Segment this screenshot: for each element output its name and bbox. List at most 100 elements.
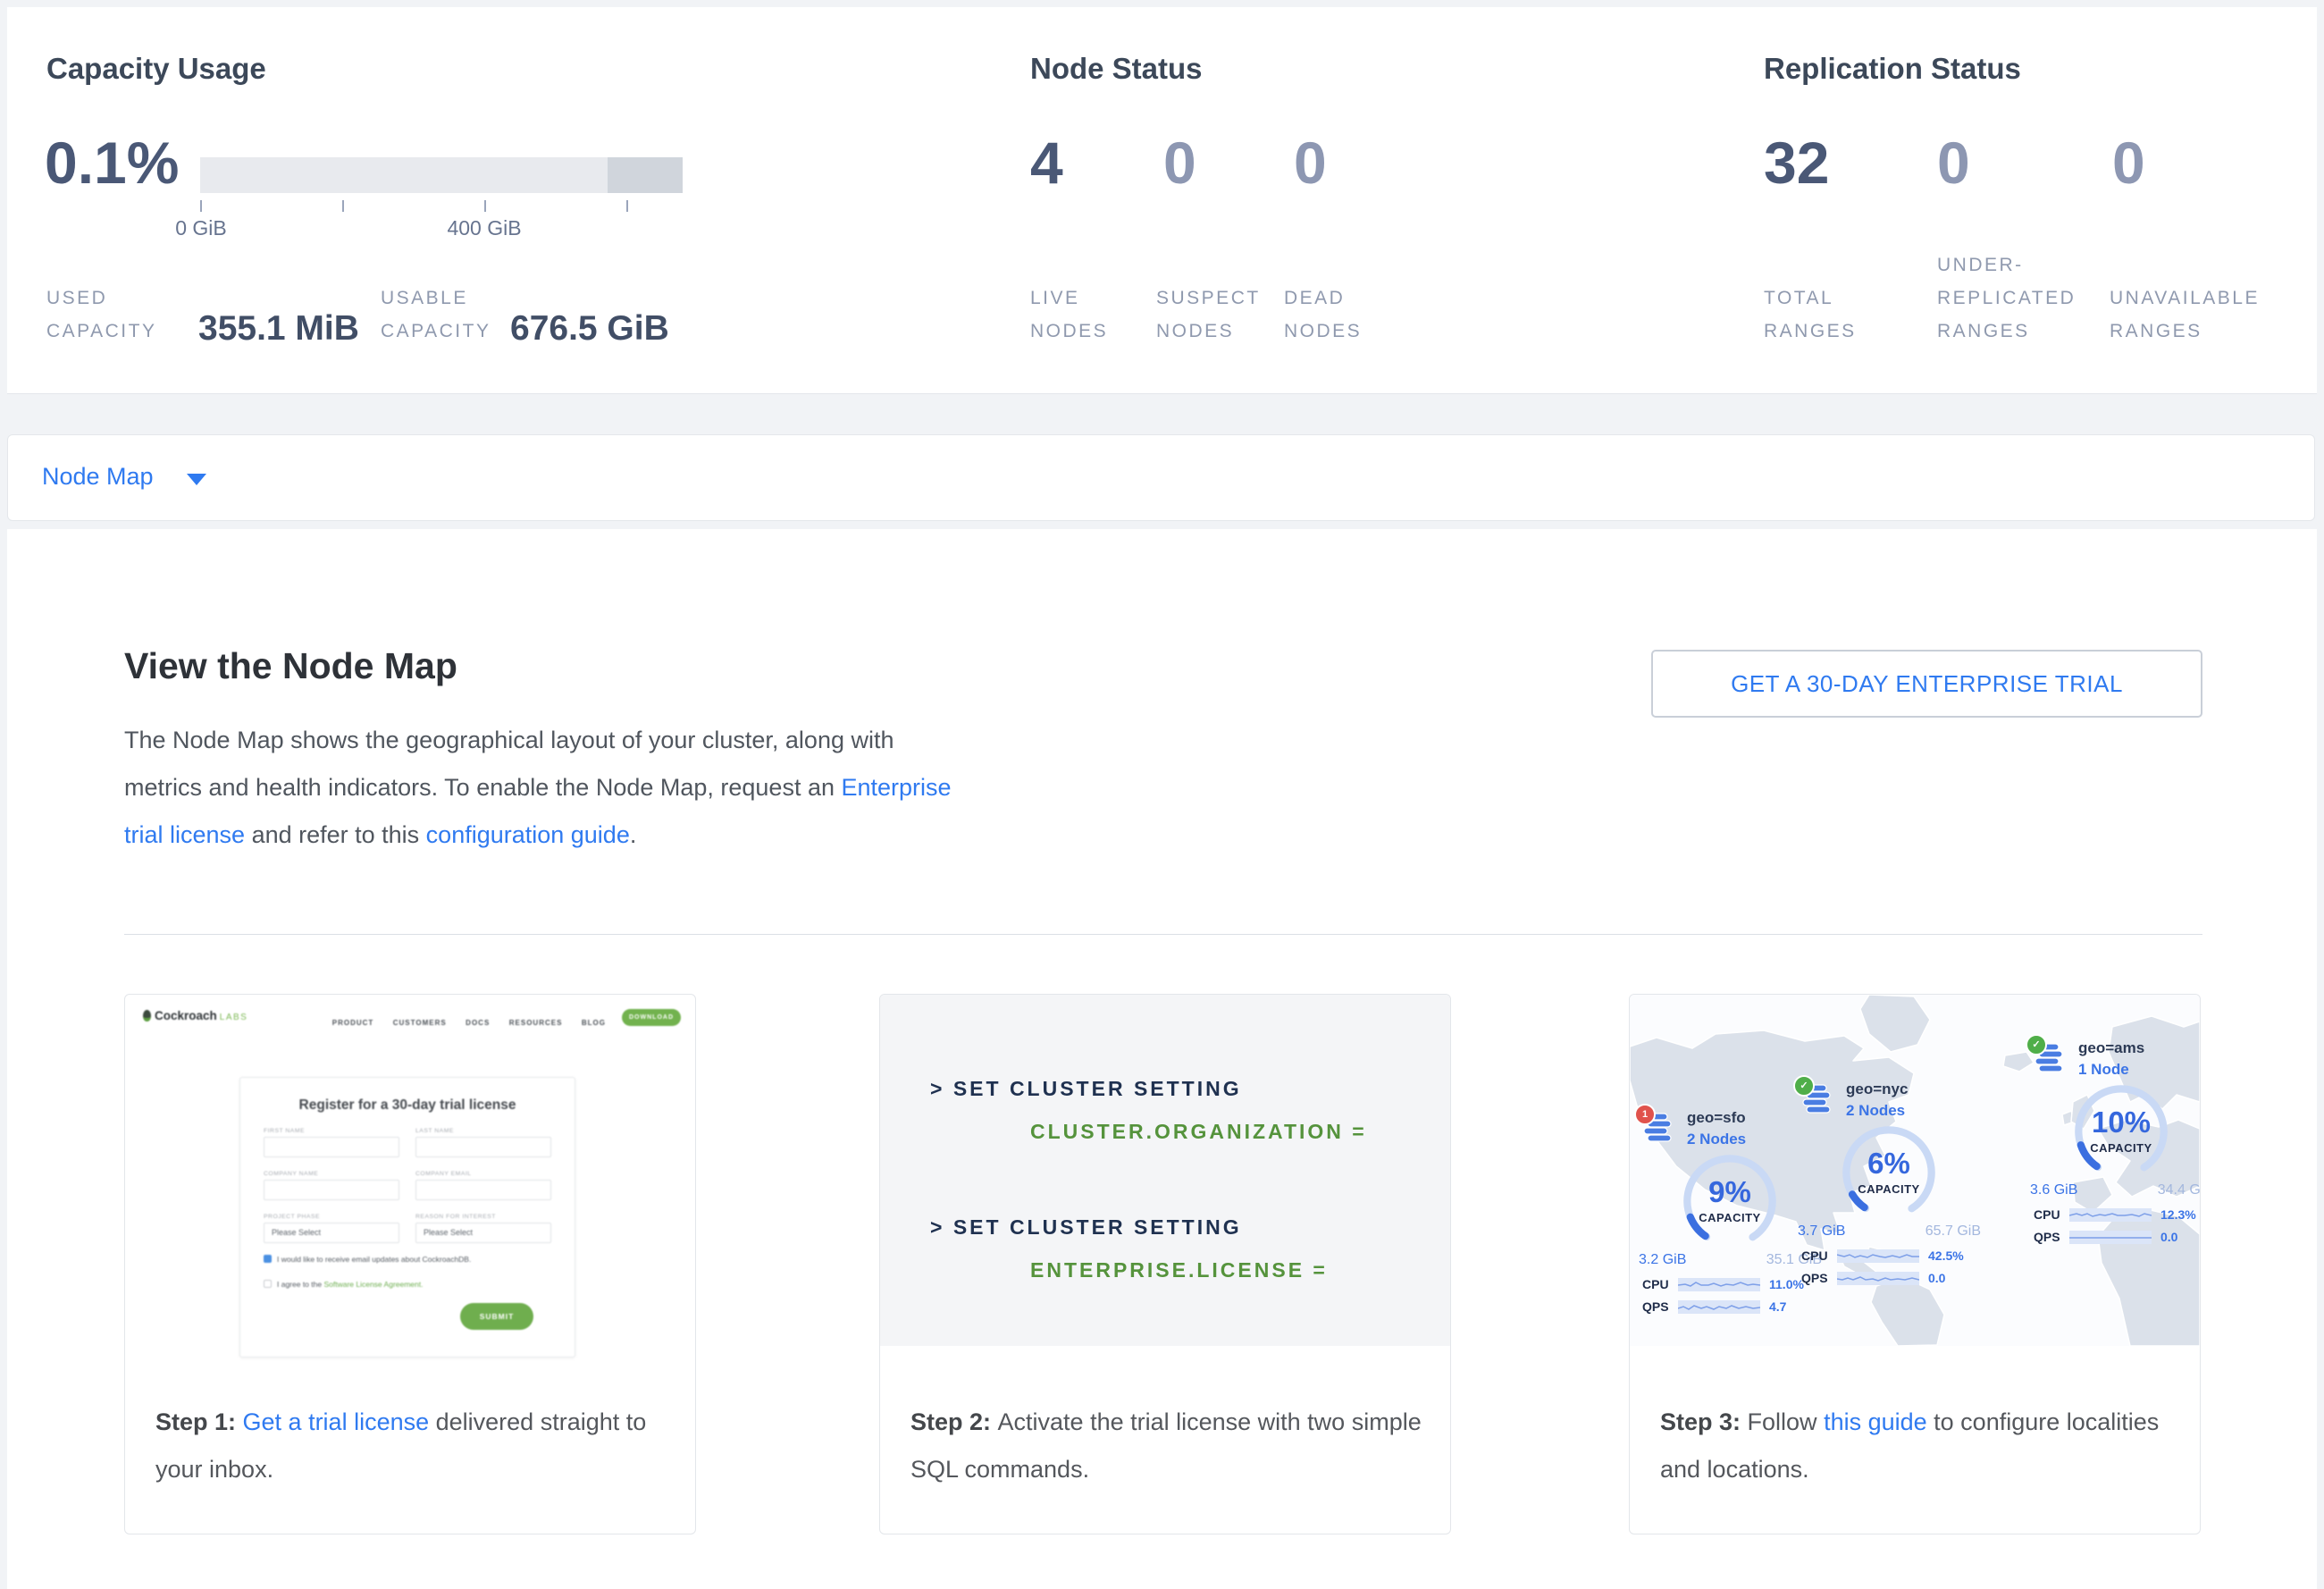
section-divider (124, 934, 2202, 935)
capacity-axis-label-0: 0 GiB (138, 216, 264, 240)
capacity-axis-tick (342, 200, 344, 212)
locality-node-count: 2 Nodes (1687, 1131, 1746, 1148)
cpu-value: 11.0% (1769, 1277, 1804, 1291)
cpu-sparkline-icon (1678, 1278, 1760, 1291)
get-enterprise-trial-button[interactable]: GET A 30-DAY ENTERPRISE TRIAL (1651, 650, 2202, 718)
cpu-sparkline-icon (1837, 1249, 1919, 1263)
locality-name: geo=sfo (1687, 1109, 1746, 1127)
unavailable-ranges-label: UNAVAILABLE RANGES (2110, 282, 2260, 348)
total-ranges-value: 32 (1764, 130, 1829, 196)
used-capacity: 3.7 GiB (1798, 1223, 1845, 1240)
enterprise-trial-license-link[interactable]: Enterprise (842, 774, 952, 801)
capacity-percent: 0.1% (45, 130, 179, 196)
mini-field-label: COMPANY EMAIL (415, 1171, 472, 1177)
qps-sparkline-icon (1678, 1300, 1760, 1314)
mini-form-title: Register for a 30-day trial license (240, 1097, 575, 1114)
capacity-axis-tick (626, 200, 628, 212)
step-2-caption: Step 2: Activate the trial license with … (910, 1399, 1422, 1493)
used-capacity: 3.6 GiB (2030, 1182, 2077, 1198)
mini-nav-customers: CUSTOMERS (393, 1019, 447, 1027)
dead-node-badge: 1 (1634, 1104, 1656, 1125)
node-map-enterprise-section: View the Node Map The Node Map shows the… (7, 529, 2317, 1589)
node-status-title: Node Status (1030, 52, 1203, 86)
node-map-dropdown-label[interactable]: Node Map (42, 463, 154, 491)
register-page-screenshot: CockroachLABS PRODUCT CUSTOMERS DOCS RES… (125, 995, 695, 1388)
mini-nav-blog: BLOG (582, 1019, 606, 1027)
used-capacity-value: 355.1 MiB (198, 309, 359, 349)
capacity-bar-reserved-segment (608, 157, 683, 193)
locality-node-count: 2 Nodes (1846, 1102, 1905, 1120)
capacity-gauge: 6% CAPACITY (1840, 1123, 1938, 1222)
capacity-axis-label-400: 400 GiB (422, 216, 547, 240)
get-trial-license-link[interactable]: Get a trial license (243, 1408, 430, 1435)
database-nodes-icon: 1 (1642, 1113, 1678, 1145)
capacity-axis-tick (200, 200, 202, 212)
cpu-value: 12.3% (2160, 1207, 2196, 1222)
usable-capacity-value: 676.5 GiB (510, 309, 669, 349)
under-replicated-ranges-value: 0 (1937, 130, 1970, 196)
cockroach-labs-logo: CockroachLABS (143, 1009, 248, 1022)
mini-company-name-input (264, 1180, 399, 1200)
sql-enterprise-license: ENTERPRISE.LICENSE = (1030, 1258, 1328, 1282)
step-1-caption: Step 1: Get a trial license delivered st… (155, 1399, 667, 1493)
step-1-card: CockroachLABS PRODUCT CUSTOMERS DOCS RES… (124, 994, 696, 1534)
mini-field-label: REASON FOR INTEREST (415, 1214, 496, 1220)
mini-license-agree-checkbox: I agree to the Software License Agreemen… (264, 1280, 424, 1289)
database-nodes-icon: ✓ (2034, 1043, 2069, 1075)
capacity-bar (200, 157, 683, 193)
healthy-node-badge: ✓ (1793, 1075, 1815, 1097)
total-ranges-label: TOTAL RANGES (1764, 282, 1857, 348)
qps-value: 0.0 (2160, 1230, 2177, 1244)
mini-email-updates-checkbox: I would like to receive email updates ab… (264, 1255, 471, 1264)
used-capacity-label: USED CAPACITY (46, 282, 156, 348)
mini-company-email-input (415, 1180, 551, 1200)
total-capacity: 34.4 GiB (2158, 1182, 2201, 1198)
database-nodes-icon: ✓ (1801, 1084, 1837, 1116)
suspect-nodes-label: SUSPECT NODES (1156, 282, 1261, 348)
dead-nodes-value: 0 (1294, 130, 1327, 196)
node-map-preview: 1 geo=sfo 2 Nodes 9% CAPACITY 3.2 GiB 35… (1630, 995, 2200, 1346)
cockroach-bug-icon (143, 1010, 151, 1022)
mini-nav-resources: RESOURCES (509, 1019, 563, 1027)
unavailable-ranges-value: 0 (2112, 130, 2145, 196)
usable-capacity-label: USABLE CAPACITY (381, 282, 491, 348)
mini-software-license-link: Software License Agreement. (323, 1280, 423, 1289)
capacity-usage-title: Capacity Usage (46, 52, 266, 86)
mini-field-label: FIRST NAME (264, 1128, 305, 1134)
qps-value: 0.0 (1928, 1271, 1945, 1285)
description-line-2: metrics and health indicators. To enable… (124, 774, 842, 801)
checkbox-empty-icon (264, 1280, 272, 1288)
mini-last-name-input (415, 1137, 551, 1157)
step-2-card: > SET CLUSTER SETTING CLUSTER.ORGANIZATI… (879, 994, 1451, 1534)
page-title: View the Node Map (124, 645, 457, 687)
chevron-down-icon (187, 474, 206, 485)
sql-set-cluster-setting-1: > SET CLUSTER SETTING (930, 1077, 1242, 1101)
node-map-description: The Node Map shows the geographical layo… (124, 717, 952, 859)
capacity-gauge: 9% CAPACITY (1681, 1152, 1779, 1250)
description-line-3: and refer to this (245, 821, 426, 848)
step-3-card: 1 geo=sfo 2 Nodes 9% CAPACITY 3.2 GiB 35… (1629, 994, 2201, 1534)
mini-project-phase-select: Please Select (264, 1223, 399, 1243)
healthy-node-badge: ✓ (2026, 1034, 2047, 1055)
cluster-summary-panel: Capacity Usage 0.1% 0 GiB 400 GiB USED C… (7, 7, 2317, 394)
enterprise-trial-license-link[interactable]: trial license (124, 821, 245, 848)
this-guide-link[interactable]: this guide (1824, 1408, 1927, 1435)
mini-nav-docs: DOCS (466, 1019, 490, 1027)
sql-commands-panel: > SET CLUSTER SETTING CLUSTER.ORGANIZATI… (880, 995, 1450, 1346)
mini-reason-select: Please Select (415, 1223, 551, 1243)
mini-first-name-input (264, 1137, 399, 1157)
cpu-sparkline-icon (2069, 1208, 2152, 1222)
locality-node-count: 1 Node (2078, 1061, 2129, 1079)
locality-name: geo=nyc (1846, 1080, 1908, 1098)
live-nodes-value: 4 (1030, 130, 1063, 196)
description-line-1: The Node Map shows the geographical layo… (124, 727, 894, 753)
locality-name: geo=ams (2078, 1039, 2144, 1057)
node-map-view-selector[interactable]: Node Map (7, 434, 2315, 521)
qps-sparkline-icon (2069, 1231, 2152, 1244)
configuration-guide-link[interactable]: configuration guide (426, 821, 630, 848)
checkbox-checked-icon (264, 1255, 272, 1263)
sql-cluster-organization: CLUSTER.ORGANIZATION = (1030, 1120, 1367, 1144)
trial-license-form: Register for a 30-day trial license FIRS… (239, 1077, 575, 1358)
capacity-axis-tick (484, 200, 486, 212)
cpu-value: 42.5% (1928, 1248, 1964, 1263)
